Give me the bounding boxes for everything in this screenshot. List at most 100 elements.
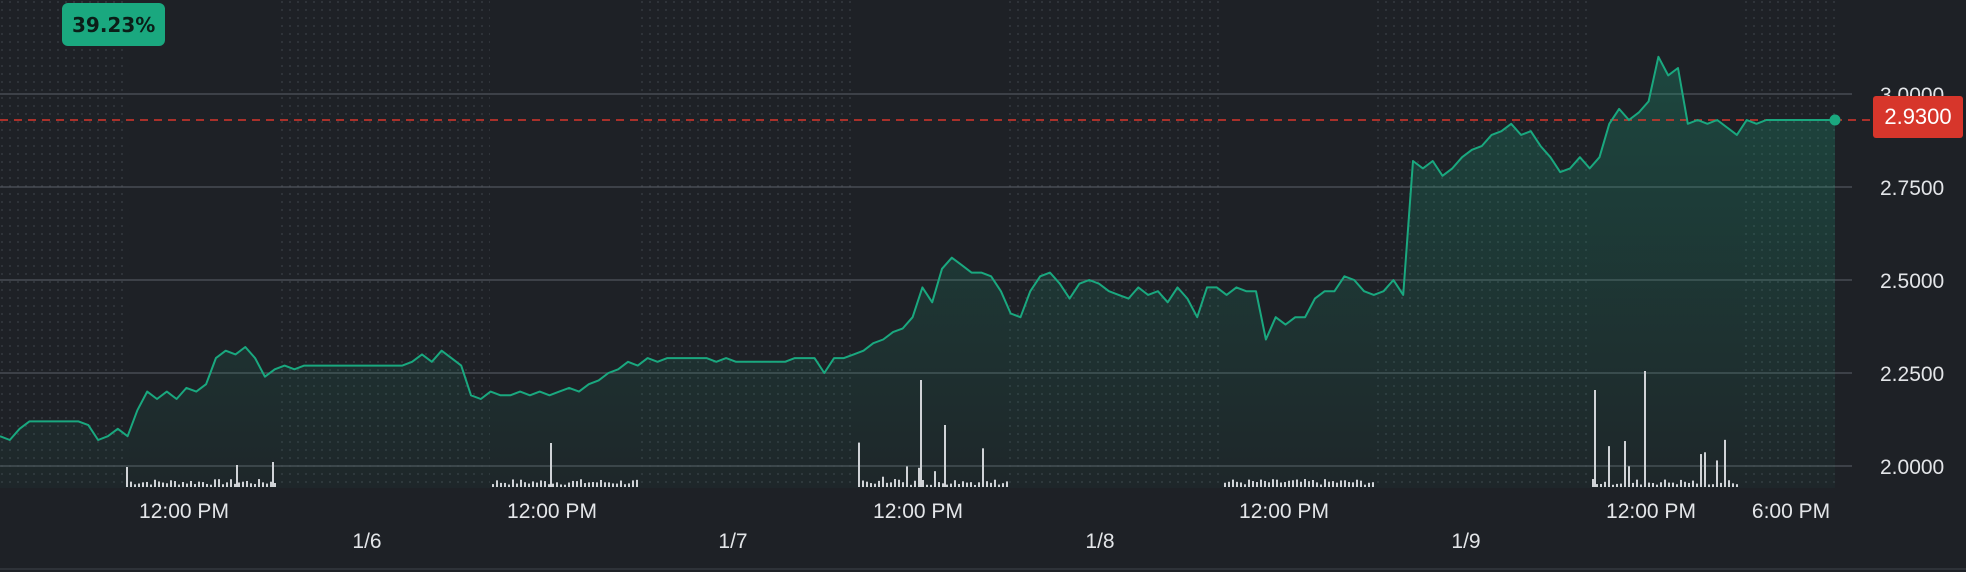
volume-bar: [1712, 484, 1714, 487]
volume-bar: [1728, 480, 1730, 487]
volume-bar: [230, 479, 232, 487]
volume-bar: [1720, 482, 1722, 487]
volume-bar: [250, 483, 252, 487]
volume-bar: [1228, 481, 1230, 487]
volume-bar: [540, 480, 542, 487]
volume-bar: [1624, 441, 1626, 487]
volume-bar: [1284, 482, 1286, 487]
volume-bar: [1594, 390, 1596, 487]
x-time-label: 12:00 PM: [873, 500, 963, 523]
volume-bar: [882, 476, 884, 487]
volume-bar: [600, 479, 602, 487]
volume-bar: [492, 484, 494, 487]
volume-bar: [226, 482, 228, 487]
volume-bar: [1360, 480, 1362, 487]
volume-bar: [986, 481, 988, 487]
volume-bar: [206, 483, 208, 487]
volume-bar: [520, 479, 522, 487]
x-time-label: 12:00 PM: [1606, 500, 1696, 523]
volume-bar: [958, 484, 960, 487]
volume-bar: [1696, 483, 1698, 487]
volume-bar: [1680, 479, 1682, 487]
volume-bar: [1296, 479, 1298, 487]
volume-bar: [166, 483, 168, 487]
x-axis-labels: 12:00 PM 12:00 PM 12:00 PM 12:00 PM 12:00 PM…: [139, 500, 1830, 553]
volume-bar: [1372, 482, 1374, 487]
volume-bar: [890, 482, 892, 487]
bottom-divider: [0, 568, 1966, 570]
volume-bar: [990, 482, 992, 487]
volume-bar: [1280, 482, 1282, 487]
volume-bar: [1628, 466, 1630, 487]
volume-bar: [584, 483, 586, 487]
x-date-label: 1/7: [718, 530, 747, 553]
volume-bar: [1732, 483, 1734, 487]
volume-bar: [910, 484, 912, 487]
volume-bar: [632, 480, 634, 487]
volume-bar: [866, 481, 868, 487]
volume-bar: [1612, 484, 1614, 487]
volume-bar: [222, 484, 224, 487]
volume-bar: [862, 480, 864, 487]
volume-bar: [214, 479, 216, 487]
volume-bar: [874, 483, 876, 487]
volume-bar: [950, 483, 952, 487]
volume-bar: [150, 484, 152, 487]
volume-bar: [1304, 479, 1306, 487]
volume-bar: [194, 484, 196, 487]
volume-bar: [628, 483, 630, 487]
volume-bar: [174, 481, 176, 487]
volume-bar: [552, 483, 554, 487]
volume-bar: [504, 482, 506, 487]
volume-bar: [524, 482, 526, 487]
volume-bar: [254, 483, 256, 487]
volume-bar: [1276, 479, 1278, 487]
volume-bar: [1724, 439, 1726, 487]
volume-bar: [1640, 484, 1642, 487]
volume-bar: [1656, 484, 1658, 487]
volume-bar: [266, 483, 268, 487]
volume-bar: [246, 480, 248, 487]
x-time-label: 12:00 PM: [1239, 500, 1329, 523]
volume-bar: [1240, 482, 1242, 487]
x-time-label: 12:00 PM: [139, 500, 229, 523]
volume-bar: [274, 483, 276, 487]
y-tick-label: 2.2500: [1880, 363, 1944, 386]
volume-bar: [966, 482, 968, 487]
volume-bar: [1320, 484, 1322, 487]
volume-bar: [1256, 482, 1258, 487]
volume-bar: [592, 482, 594, 487]
volume-bar: [954, 480, 956, 487]
volume-bar: [858, 442, 860, 487]
volume-bar: [922, 480, 924, 487]
volume-bar: [620, 480, 622, 487]
volume-bar: [1268, 482, 1270, 487]
price-chart[interactable]: 2.00002.25002.50002.75003.0000 12:00 PM1…: [0, 0, 1966, 572]
volume-bar: [564, 484, 566, 487]
volume-bar: [210, 484, 212, 487]
volume-bar: [1300, 481, 1302, 487]
volume-bar: [272, 462, 274, 487]
volume-bar: [978, 482, 980, 487]
volume-bar: [1688, 482, 1690, 487]
volume-bar: [1232, 479, 1234, 487]
y-tick-label: 2.5000: [1880, 270, 1944, 293]
volume-bar: [1596, 484, 1598, 487]
volume-bar: [1308, 481, 1310, 487]
volume-bar: [1604, 481, 1606, 487]
volume-bar: [1224, 482, 1226, 487]
volume-bar: [1248, 479, 1250, 487]
volume-bar: [894, 479, 896, 487]
volume-bar: [926, 484, 928, 487]
volume-bar: [886, 482, 888, 487]
volume-bar: [1312, 480, 1314, 487]
volume-bar: [1348, 481, 1350, 487]
volume-bar: [1336, 482, 1338, 487]
volume-bar: [994, 479, 996, 487]
volume-bar: [130, 481, 132, 487]
volume-bar: [1672, 482, 1674, 487]
volume-bar: [550, 443, 552, 487]
volume-bar: [560, 484, 562, 487]
volume-bar: [624, 484, 626, 487]
volume-bar: [946, 484, 948, 487]
